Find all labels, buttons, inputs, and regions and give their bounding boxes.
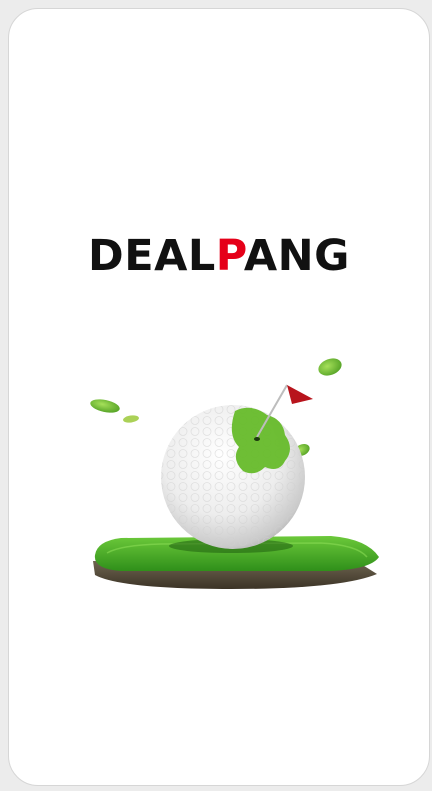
leaf-icon bbox=[123, 415, 139, 423]
leaf-icon bbox=[90, 399, 120, 413]
splash-screen: DEALPANG bbox=[8, 8, 430, 786]
logo-accent-letter: P bbox=[215, 231, 244, 281]
brand-logo: DEALPANG bbox=[9, 235, 429, 278]
logo-text-deal: DEAL bbox=[88, 231, 216, 281]
golf-ball-illustration bbox=[90, 358, 379, 589]
logo-text-ang: ANG bbox=[243, 231, 350, 281]
flag-icon bbox=[287, 385, 313, 404]
leaf-icon bbox=[318, 358, 342, 376]
